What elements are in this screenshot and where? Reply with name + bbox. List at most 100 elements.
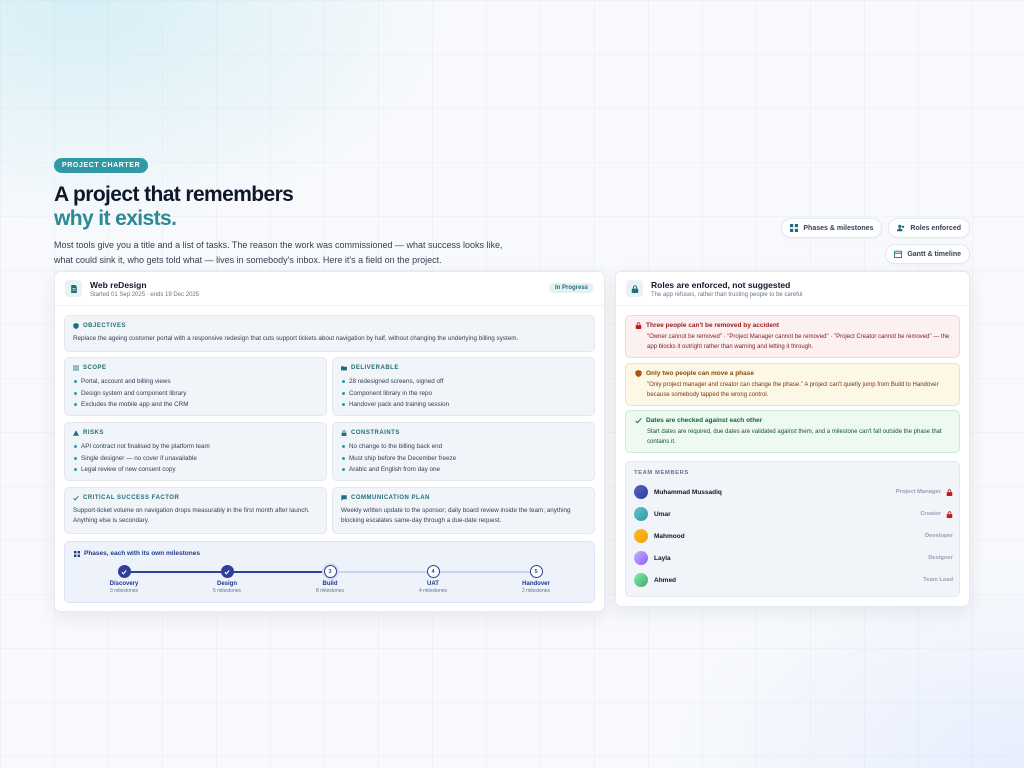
deliverable-list: 28 redesigned screens, signed off Compon… (341, 376, 586, 411)
phase-step-build[interactable]: 3 Build 8 milestones (295, 565, 365, 594)
csf-section: CRITICAL SUCCESS FACTOR Support-ticket v… (64, 487, 327, 534)
check-icon (73, 495, 79, 501)
avatar (634, 485, 648, 499)
objectives-title: OBJECTIVES (83, 323, 127, 329)
member-row[interactable]: Layla Designer (634, 550, 953, 566)
list-item: Arabic and English from day one (341, 464, 586, 476)
member-role: Developer (924, 533, 953, 539)
member-role: Team Lead (923, 577, 953, 583)
shield-icon (73, 323, 79, 329)
member-role: Designer (928, 555, 953, 561)
csf-title: CRITICAL SUCCESS FACTOR (83, 495, 180, 501)
phase-dot (220, 565, 234, 578)
objectives-text: Replace the ageing customer portal with … (73, 335, 519, 342)
document-icon (65, 280, 82, 297)
member-role: Creator (920, 511, 941, 517)
list-item: Single designer — no cover if unavailabl… (73, 453, 318, 465)
member-name: Ahmed (654, 576, 677, 584)
phase-milestones: 3 milestones (109, 588, 139, 594)
check-icon (635, 418, 642, 424)
member-name: Layla (654, 554, 671, 562)
chat-icon (341, 495, 347, 501)
phase-step-discovery[interactable]: Discovery 3 milestones (89, 565, 159, 594)
comms-section: COMMUNICATION PLAN Weekly written update… (332, 487, 595, 534)
calendar-icon (894, 250, 903, 258)
phase-step-handover[interactable]: 5 Handover 2 milestones (501, 565, 571, 594)
lock-icon (626, 280, 643, 297)
phases-panel: Phases, each with its own milestones Dis… (64, 541, 595, 603)
hero-title-line1: A project that remembers (54, 183, 294, 206)
project-name: Web reDesign (90, 279, 147, 290)
phase-milestones: 5 milestones (212, 588, 242, 594)
hero: PROJECT CHARTER A project that remembers… (54, 154, 534, 268)
lock-icon (341, 430, 347, 436)
charter-badge: PROJECT CHARTER (54, 158, 149, 173)
project-dates: Started 01 Sep 2025 · ends 19 Dec 2025 (90, 291, 200, 298)
scope-section: SCOPE Portal, account and billing views … (64, 357, 327, 416)
member-row[interactable]: Umar Creator (634, 506, 953, 522)
lock-icon (946, 510, 953, 518)
list-item: API contract not finalised by the platfo… (73, 441, 318, 453)
objectives-section: OBJECTIVES Replace the ageing customer p… (64, 315, 595, 352)
constraints-section: CONSTRAINTS No change to the billing bac… (332, 422, 595, 481)
avatar (634, 507, 648, 521)
check-icon (224, 569, 230, 575)
phase-milestones: 2 milestones (521, 588, 551, 594)
roles-subtitle: The app refuses, rather than trusting pe… (651, 291, 803, 298)
phase-dot: 4 (426, 565, 440, 578)
hero-title-line2: why it exists. (54, 207, 177, 230)
phase-dot: 5 (529, 565, 543, 578)
team-members-panel: TEAM MEMBERS Muhammad Mussadiq Project M… (625, 461, 960, 597)
list-item: Excludes the mobile app and the CRM (73, 399, 318, 411)
list-icon (73, 365, 79, 371)
member-row[interactable]: Ahmed Team Lead (634, 572, 953, 588)
phases-title: Phases, each with its own milestones (84, 550, 200, 557)
csf-text: Support-ticket volume on navigation drop… (73, 507, 310, 524)
phase-name: Discovery (109, 581, 139, 587)
grid-icon (790, 224, 799, 232)
phase-name: UAT (427, 581, 439, 587)
list-item: Legal review of new consent copy (73, 464, 318, 476)
risks-list: API contract not finalised by the platfo… (73, 441, 318, 476)
phase-step-design[interactable]: Design 5 milestones (192, 565, 262, 594)
phase-dot: 3 (323, 565, 337, 578)
grid-icon (74, 550, 80, 557)
chip-label: Gantt & timeline (907, 250, 961, 258)
phase-step-uat[interactable]: 4 UAT 4 milestones (398, 565, 468, 594)
member-role: Project Manager (895, 489, 941, 495)
chip-gantt-timeline[interactable]: Gantt & timeline (885, 244, 970, 264)
rule-removal: Three people can't be removed by acciden… (625, 315, 960, 358)
risks-section: RISKS API contract not finalised by the … (64, 422, 327, 481)
list-item: Portal, account and billing views (73, 376, 318, 388)
phase-name: Handover (522, 581, 550, 587)
list-item: Component library in the repo (341, 388, 586, 400)
chip-phases-milestones[interactable]: Phases & milestones (781, 218, 883, 238)
member-row[interactable]: Mahmood Developer (634, 528, 953, 544)
rule-dates: Dates are checked against each other Sta… (625, 410, 960, 453)
chip-label: Roles enforced (910, 224, 961, 232)
feature-chips: Phases & milestones Roles enforced Gantt… (770, 218, 970, 264)
comms-title: COMMUNICATION PLAN (351, 495, 430, 501)
lock-icon (946, 488, 953, 496)
check-icon (121, 569, 127, 575)
list-item: 28 redesigned screens, signed off (341, 376, 586, 388)
chip-label: Phases & milestones (803, 224, 874, 232)
list-item: Must ship before the December freeze (341, 453, 586, 465)
hero-description: Most tools give you a title and a list o… (54, 240, 503, 265)
constraints-title: CONSTRAINTS (351, 430, 400, 436)
constraints-list: No change to the billing back end Must s… (341, 441, 586, 476)
folder-icon (341, 366, 347, 371)
member-name: Umar (654, 510, 671, 518)
phase-dot (117, 565, 131, 578)
project-card-header: Web reDesign Started 01 Sep 2025 · ends … (55, 272, 604, 306)
roles-title: Roles are enforced, not suggested (651, 279, 791, 290)
rule-title: Dates are checked against each other (646, 417, 763, 424)
phase-milestones: 4 milestones (418, 588, 448, 594)
member-row[interactable]: Muhammad Mussadiq Project Manager (634, 484, 953, 500)
project-card: Web reDesign Started 01 Sep 2025 · ends … (54, 271, 605, 612)
users-icon (897, 224, 905, 232)
chip-roles-enforced[interactable]: Roles enforced (888, 218, 970, 238)
deliverable-section: DELIVERABLE 28 redesigned screens, signe… (332, 357, 595, 416)
rule-text: "Owner cannot be removed" · "Project Man… (647, 334, 950, 350)
roles-card: Roles are enforced, not suggested The ap… (615, 271, 970, 607)
